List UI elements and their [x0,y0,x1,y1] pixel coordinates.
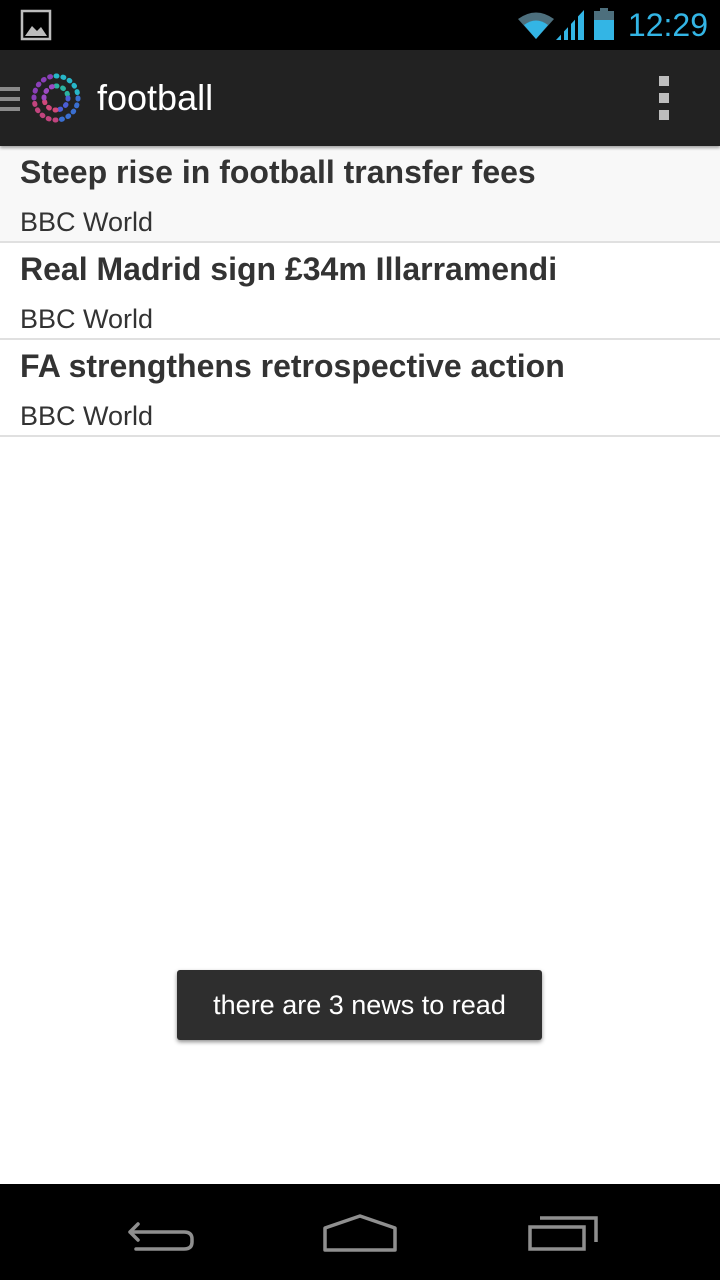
image-notification-icon [20,9,52,41]
status-time: 12:29 [627,7,708,43]
wifi-icon [518,12,554,39]
action-bar: football [0,50,720,146]
status-bar: 12:29 [0,0,720,50]
news-item[interactable]: FA strengthens retrospective action BBC … [0,340,720,437]
news-item[interactable]: Steep rise in football transfer fees BBC… [0,146,720,243]
overflow-dot [659,110,669,120]
news-list: Steep rise in football transfer fees BBC… [0,146,720,437]
news-source: BBC World [20,304,154,334]
navigation-bar [0,1184,720,1280]
app-logo-icon[interactable] [26,68,86,128]
news-source: BBC World [20,207,154,237]
news-item[interactable]: Real Madrid sign £34m Illarramendi BBC W… [0,243,720,340]
news-title: Steep rise in football transfer fees [20,154,536,190]
back-icon[interactable] [100,1202,220,1262]
toast-message: there are 3 news to read [177,970,542,1040]
home-icon[interactable] [300,1202,420,1262]
cell-signal-icon [556,10,584,40]
page-title: football [97,77,214,118]
news-title: FA strengthens retrospective action [20,348,565,384]
news-title: Real Madrid sign £34m Illarramendi [20,251,558,287]
overflow-dot [659,76,669,86]
overflow-menu-icon[interactable] [644,74,684,122]
recent-apps-icon[interactable] [500,1202,620,1262]
drawer-menu-icon[interactable] [0,84,22,114]
overflow-dot [659,93,669,103]
news-source: BBC World [20,401,154,431]
battery-icon [594,8,614,40]
